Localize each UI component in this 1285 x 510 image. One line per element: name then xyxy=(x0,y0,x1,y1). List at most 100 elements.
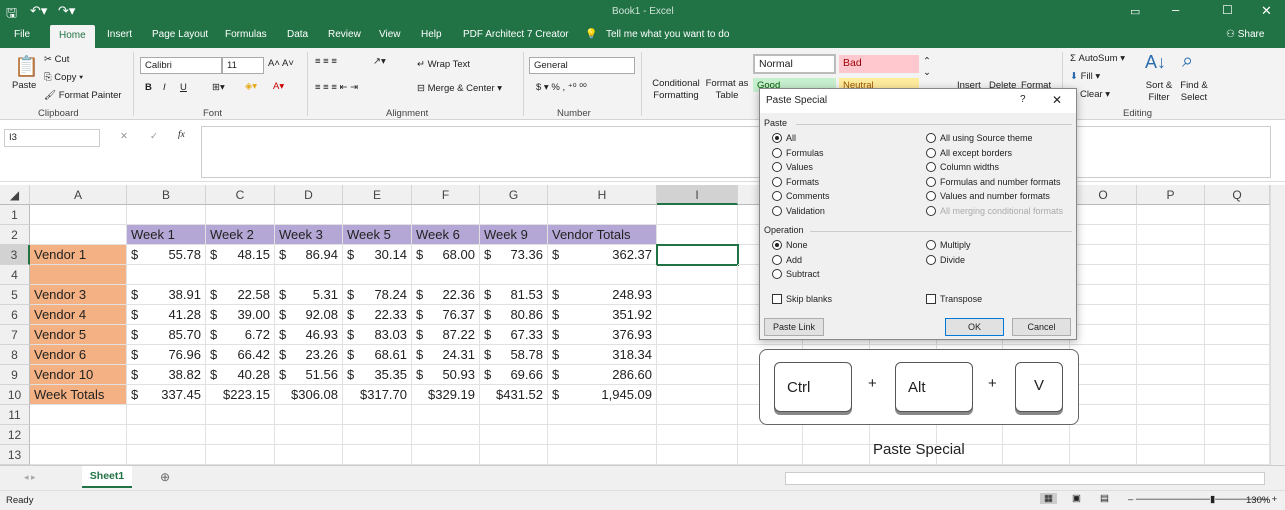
cell-D5[interactable]: $5.31 xyxy=(275,285,343,305)
add-sheet-button[interactable]: ⊕ xyxy=(160,470,170,484)
cell-H7[interactable]: $376.93 xyxy=(548,325,657,345)
orientation-icon[interactable]: ↗▾ xyxy=(373,56,386,67)
column-header-O[interactable]: O xyxy=(1070,185,1137,205)
cell-I13[interactable] xyxy=(657,445,738,465)
cell-I3[interactable] xyxy=(656,244,739,266)
radio-multiply[interactable]: Multiply xyxy=(926,240,971,250)
radio-button[interactable] xyxy=(772,133,782,143)
radio-formats[interactable]: Formats xyxy=(772,176,819,187)
style-bad[interactable]: Bad xyxy=(839,55,919,73)
cell-P2[interactable] xyxy=(1137,225,1205,245)
cell-D10[interactable]: $306.08 xyxy=(275,385,343,405)
cell-D9[interactable]: $51.56 xyxy=(275,365,343,385)
cell-D11[interactable] xyxy=(275,405,343,425)
help-button[interactable]: ? xyxy=(1020,94,1026,105)
cell-D6[interactable]: $92.08 xyxy=(275,305,343,325)
cell-I7[interactable] xyxy=(657,325,738,345)
cell-Q5[interactable] xyxy=(1205,285,1270,305)
cell-E8[interactable]: $68.61 xyxy=(343,345,412,365)
bold-button[interactable]: B xyxy=(145,82,152,93)
cell-A2[interactable] xyxy=(30,225,127,245)
cell-I2[interactable] xyxy=(657,225,738,245)
cell-H13[interactable] xyxy=(548,445,657,465)
dialog-close-button[interactable]: ✕ xyxy=(1052,93,1062,107)
cell-H8[interactable]: $318.34 xyxy=(548,345,657,365)
cell-D3[interactable]: $86.94 xyxy=(275,245,343,265)
cell-G3[interactable]: $73.36 xyxy=(480,245,548,265)
cell-I11[interactable] xyxy=(657,405,738,425)
cell-B10[interactable]: $337.45 xyxy=(127,385,206,405)
cell-H10[interactable]: $1,945.09 xyxy=(548,385,657,405)
tab-home[interactable]: Home xyxy=(50,25,95,48)
row-header-10[interactable]: 10 xyxy=(0,385,30,405)
cell-A4[interactable] xyxy=(30,265,127,285)
cell-E4[interactable] xyxy=(343,265,412,285)
tab-data[interactable]: Data xyxy=(287,29,308,40)
insert-function-button[interactable]: fx xyxy=(178,130,185,140)
cell-D13[interactable] xyxy=(275,445,343,465)
cell-A12[interactable] xyxy=(30,425,127,445)
column-header-Q[interactable]: Q xyxy=(1205,185,1270,205)
radio-comments[interactable]: Comments xyxy=(772,191,830,202)
cell-B12[interactable] xyxy=(127,425,206,445)
cell-E7[interactable]: $83.03 xyxy=(343,325,412,345)
normal-view-button[interactable]: ▦ xyxy=(1040,493,1057,504)
cell-E9[interactable]: $35.35 xyxy=(343,365,412,385)
radio-button[interactable] xyxy=(772,191,782,202)
row-header-8[interactable]: 8 xyxy=(0,345,30,365)
cell-F2[interactable]: Week 6 xyxy=(412,225,480,245)
cell-D4[interactable] xyxy=(275,265,343,285)
column-header-D[interactable]: D xyxy=(275,185,343,205)
cell-P13[interactable] xyxy=(1137,445,1205,465)
conditional-formatting-button[interactable]: Conditional Formatting xyxy=(648,78,704,102)
cell-E5[interactable]: $78.24 xyxy=(343,285,412,305)
cell-O13[interactable] xyxy=(1070,445,1137,465)
cell-I4[interactable] xyxy=(657,265,738,285)
cell-C8[interactable]: $66.42 xyxy=(206,345,275,365)
vertical-align-icons[interactable]: ≡ ≡ ≡ xyxy=(315,56,337,67)
tell-me-search[interactable]: Tell me what you want to do xyxy=(606,29,729,40)
row-header-13[interactable]: 13 xyxy=(0,445,30,465)
share-button[interactable]: ⚇ Share xyxy=(1226,29,1264,40)
skip-blanks-checkbox[interactable]: Skip blanks xyxy=(772,294,832,304)
cell-J13[interactable] xyxy=(738,445,803,465)
cell-I10[interactable] xyxy=(657,385,738,405)
cell-A10[interactable]: Week Totals xyxy=(30,385,127,405)
radio-divide[interactable]: Divide xyxy=(926,254,965,265)
radio-button[interactable] xyxy=(926,206,936,216)
cell-D2[interactable]: Week 3 xyxy=(275,225,343,245)
radio-button[interactable] xyxy=(926,191,936,202)
cell-G4[interactable] xyxy=(480,265,548,285)
cell-C2[interactable]: Week 2 xyxy=(206,225,275,245)
cell-P3[interactable] xyxy=(1137,245,1205,265)
cell-I12[interactable] xyxy=(657,425,738,445)
cell-A13[interactable] xyxy=(30,445,127,465)
column-header-H[interactable]: H xyxy=(548,185,657,205)
cell-O1[interactable] xyxy=(1070,205,1137,225)
column-header-I[interactable]: I xyxy=(657,185,738,205)
tab-review[interactable]: Review xyxy=(328,29,361,40)
paste-button[interactable]: Paste xyxy=(12,80,36,91)
row-header-12[interactable]: 12 xyxy=(0,425,30,445)
format-painter-button[interactable]: 🖌 Format Painter xyxy=(44,90,122,101)
cell-C11[interactable] xyxy=(206,405,275,425)
cell-I9[interactable] xyxy=(657,365,738,385)
cell-D7[interactable]: $46.93 xyxy=(275,325,343,345)
radio-formulas-and-number-formats[interactable]: Formulas and number formats xyxy=(926,176,1061,187)
formula-input[interactable] xyxy=(201,126,1271,178)
cell-F1[interactable] xyxy=(412,205,480,225)
cell-B13[interactable] xyxy=(127,445,206,465)
cell-F8[interactable]: $24.31 xyxy=(412,345,480,365)
cell-C7[interactable]: $6.72 xyxy=(206,325,275,345)
cell-O2[interactable] xyxy=(1070,225,1137,245)
cell-O3[interactable] xyxy=(1070,245,1137,265)
save-icon[interactable]: 🖫 xyxy=(6,4,17,26)
cell-H1[interactable] xyxy=(548,205,657,225)
radio-values[interactable]: Values xyxy=(772,162,813,173)
cell-G9[interactable]: $69.66 xyxy=(480,365,548,385)
fill-color-icon[interactable]: ◈▾ xyxy=(245,81,257,92)
italic-button[interactable]: I xyxy=(163,82,166,93)
format-as-table-button[interactable]: Format as Table xyxy=(705,78,749,102)
cell-C1[interactable] xyxy=(206,205,275,225)
cell-E11[interactable] xyxy=(343,405,412,425)
